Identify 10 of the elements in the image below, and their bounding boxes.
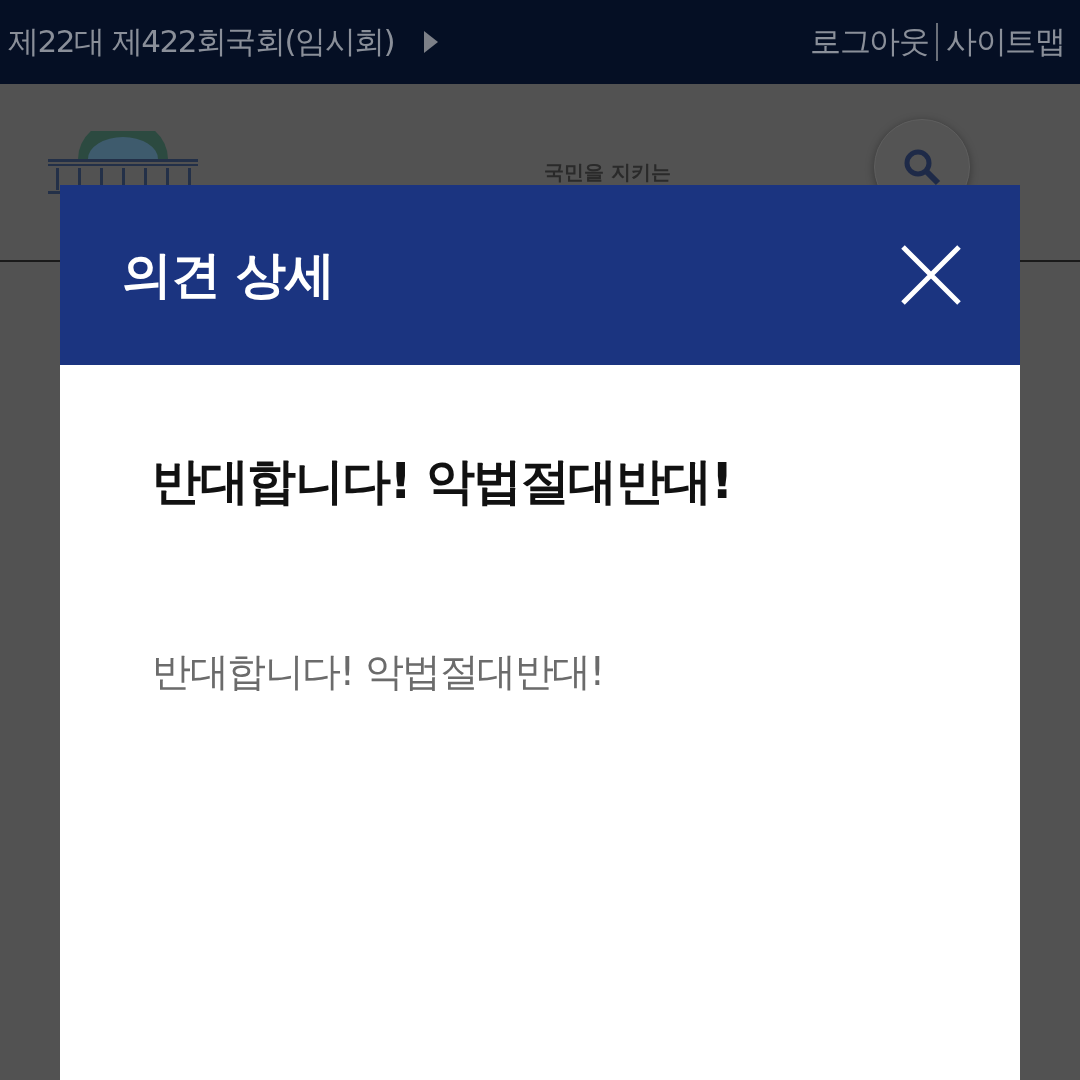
opinion-body: 반대합니다! 악법절대반대! xyxy=(152,648,605,696)
search-icon xyxy=(902,147,942,187)
close-button[interactable] xyxy=(900,244,962,306)
nav-link[interactable]: 로그아웃 xyxy=(810,21,928,63)
play-icon[interactable] xyxy=(424,31,439,53)
modal-title: 의견 상세 xyxy=(122,244,336,306)
session-label: 제22대 제422회국회(임시회) xyxy=(8,22,395,61)
opinion-heading: 반대합니다! 악법절대반대! xyxy=(152,452,733,512)
close-icon xyxy=(900,244,962,306)
nav-link[interactable]: 사이트맵 xyxy=(946,21,1064,63)
